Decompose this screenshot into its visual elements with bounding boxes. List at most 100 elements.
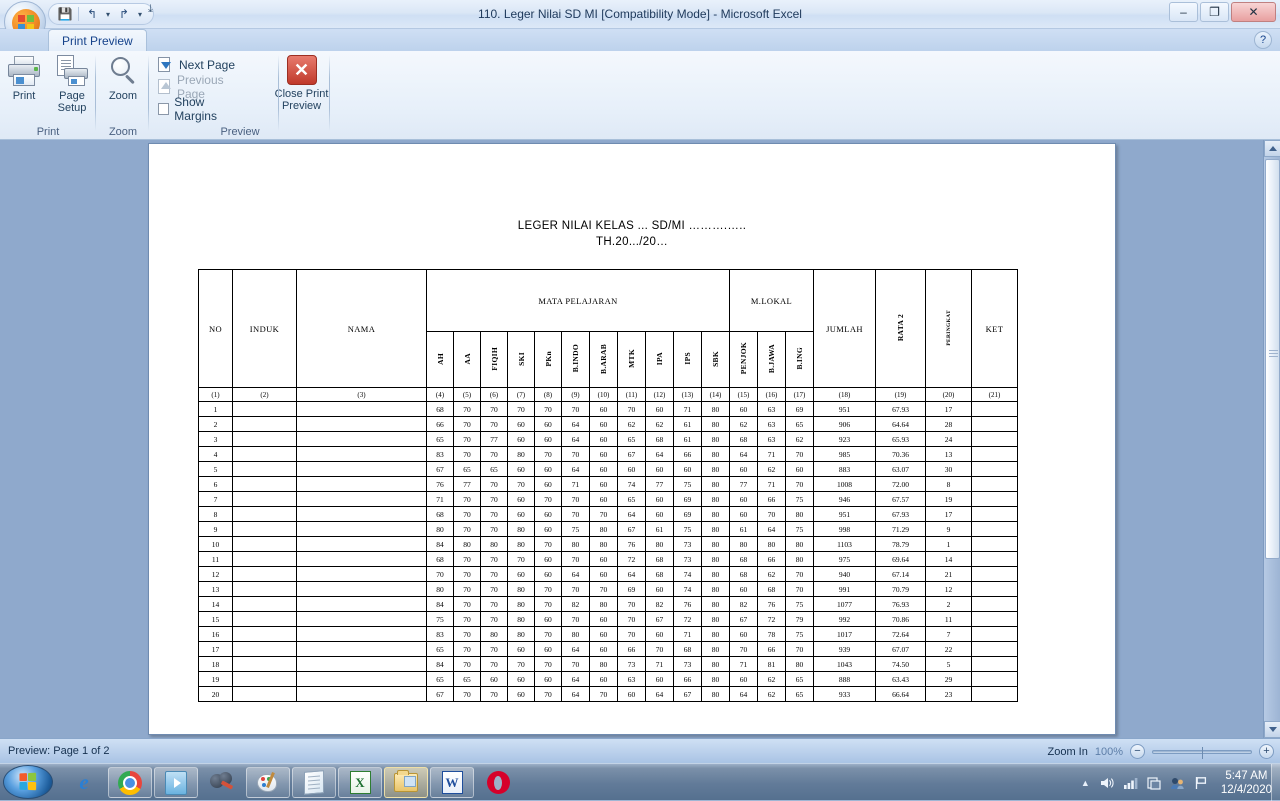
cell-score-10[interactable]: 69 <box>673 506 702 522</box>
cell-score-1[interactable]: 84 <box>426 596 454 612</box>
redo-icon[interactable]: ↱ <box>114 5 134 23</box>
cell-induk[interactable] <box>232 686 297 702</box>
cell-score-6[interactable]: 70 <box>561 611 590 627</box>
table-row[interactable]: 1 68 70 70 70 70 70 60 70 60 71 80 60 63 69 951 67.93 17 <box>198 401 1018 417</box>
users-icon[interactable] <box>1170 776 1185 790</box>
cell-score-11[interactable]: 80 <box>701 686 730 702</box>
cell-score-4[interactable]: 60 <box>507 686 535 702</box>
cell-score-5[interactable]: 70 <box>534 536 562 552</box>
cell-score-11[interactable]: 80 <box>701 641 730 657</box>
cell-score-12[interactable]: 68 <box>729 431 758 447</box>
cell-score-1[interactable]: 68 <box>426 506 454 522</box>
cell-score-4[interactable]: 80 <box>507 581 535 597</box>
cell-score-1[interactable]: 80 <box>426 521 454 537</box>
cell-score-3[interactable]: 80 <box>480 536 508 552</box>
cell-score-5[interactable]: 60 <box>534 566 562 582</box>
cell-nama[interactable] <box>296 656 427 672</box>
cell-score-10[interactable]: 74 <box>673 581 702 597</box>
cell-score-13[interactable]: 63 <box>757 431 786 447</box>
cell-score-8[interactable]: 70 <box>617 626 646 642</box>
table-row[interactable]: 17 65 70 70 60 60 64 60 66 70 68 80 70 66 70 939 67.07 22 <box>198 641 1018 657</box>
cell-induk[interactable] <box>232 566 297 582</box>
cell-score-3[interactable]: 70 <box>480 506 508 522</box>
zoom-in-button[interactable]: + <box>1259 744 1274 759</box>
cell-nama[interactable] <box>296 686 427 702</box>
cell-score-1[interactable]: 65 <box>426 431 454 447</box>
action-center-icon[interactable] <box>1147 776 1161 790</box>
cell-score-7[interactable]: 60 <box>589 551 618 567</box>
cell-score-5[interactable]: 60 <box>534 551 562 567</box>
scroll-down-button[interactable] <box>1264 721 1280 738</box>
cell-score-1[interactable]: 66 <box>426 416 454 432</box>
cell-score-2[interactable]: 70 <box>453 626 481 642</box>
cell-score-14[interactable]: 65 <box>785 671 814 687</box>
cell-score-6[interactable]: 70 <box>561 551 590 567</box>
cell-score-6[interactable]: 64 <box>561 671 590 687</box>
cell-score-3[interactable]: 70 <box>480 611 508 627</box>
cell-score-12[interactable]: 70 <box>729 641 758 657</box>
cell-score-1[interactable]: 80 <box>426 581 454 597</box>
taskbar-item-word[interactable]: W <box>430 767 474 798</box>
cell-induk[interactable] <box>232 446 297 462</box>
cell-score-10[interactable]: 66 <box>673 446 702 462</box>
cell-score-9[interactable]: 80 <box>645 536 674 552</box>
cell-nama[interactable] <box>296 626 427 642</box>
cell-score-13[interactable]: 64 <box>757 521 786 537</box>
cell-nama[interactable] <box>296 611 427 627</box>
preview-page[interactable]: LEGER NILAI KELAS ... SD/MI ……….….. TH.2… <box>148 143 1116 735</box>
cell-score-2[interactable]: 70 <box>453 566 481 582</box>
cell-score-12[interactable]: 68 <box>729 551 758 567</box>
cell-score-14[interactable]: 80 <box>785 506 814 522</box>
cell-nama[interactable] <box>296 596 427 612</box>
cell-score-6[interactable]: 70 <box>561 491 590 507</box>
cell-score-13[interactable]: 62 <box>757 461 786 477</box>
cell-score-12[interactable]: 62 <box>729 416 758 432</box>
cell-score-9[interactable]: 68 <box>645 551 674 567</box>
cell-score-10[interactable]: 75 <box>673 521 702 537</box>
cell-nama[interactable] <box>296 506 427 522</box>
cell-score-14[interactable]: 70 <box>785 641 814 657</box>
table-row[interactable]: 18 84 70 70 70 70 70 80 73 71 73 80 71 81 80 1043 74.50 5 <box>198 656 1018 672</box>
cell-score-10[interactable]: 73 <box>673 551 702 567</box>
cell-score-3[interactable]: 65 <box>480 461 508 477</box>
cell-score-1[interactable]: 83 <box>426 626 454 642</box>
cell-score-8[interactable]: 62 <box>617 416 646 432</box>
cell-score-13[interactable]: 76 <box>757 596 786 612</box>
cell-score-8[interactable]: 76 <box>617 536 646 552</box>
cell-ket[interactable] <box>971 401 1018 417</box>
cell-score-10[interactable]: 73 <box>673 536 702 552</box>
cell-score-8[interactable]: 65 <box>617 431 646 447</box>
cell-ket[interactable] <box>971 641 1018 657</box>
undo-dropdown-icon[interactable]: ▾ <box>103 10 113 19</box>
cell-score-7[interactable]: 60 <box>589 611 618 627</box>
cell-score-5[interactable]: 60 <box>534 521 562 537</box>
cell-score-8[interactable]: 72 <box>617 551 646 567</box>
zoom-slider[interactable] <box>1152 746 1252 759</box>
cell-score-10[interactable]: 71 <box>673 401 702 417</box>
zoom-out-button[interactable]: − <box>1130 744 1145 759</box>
cell-score-9[interactable]: 62 <box>645 416 674 432</box>
cell-induk[interactable] <box>232 491 297 507</box>
cell-score-5[interactable]: 60 <box>534 611 562 627</box>
cell-score-11[interactable]: 80 <box>701 671 730 687</box>
cell-score-1[interactable]: 84 <box>426 656 454 672</box>
cell-score-8[interactable]: 65 <box>617 491 646 507</box>
cell-score-4[interactable]: 80 <box>507 536 535 552</box>
cell-score-8[interactable]: 70 <box>617 401 646 417</box>
network-icon[interactable] <box>1123 776 1138 790</box>
cell-score-14[interactable]: 80 <box>785 656 814 672</box>
cell-score-2[interactable]: 70 <box>453 416 481 432</box>
cell-nama[interactable] <box>296 491 427 507</box>
cell-score-13[interactable]: 80 <box>757 536 786 552</box>
cell-induk[interactable] <box>232 581 297 597</box>
cell-score-9[interactable]: 70 <box>645 641 674 657</box>
cell-score-5[interactable]: 60 <box>534 476 562 492</box>
cell-score-10[interactable]: 74 <box>673 566 702 582</box>
cell-score-14[interactable]: 80 <box>785 536 814 552</box>
cell-score-2[interactable]: 70 <box>453 686 481 702</box>
close-print-preview-button[interactable]: ✕ Close Print Preview <box>273 51 330 112</box>
cell-score-13[interactable]: 66 <box>757 491 786 507</box>
cell-score-14[interactable]: 75 <box>785 491 814 507</box>
show-margins-checkbox[interactable]: Show Margins <box>154 95 251 123</box>
cell-score-9[interactable]: 82 <box>645 596 674 612</box>
